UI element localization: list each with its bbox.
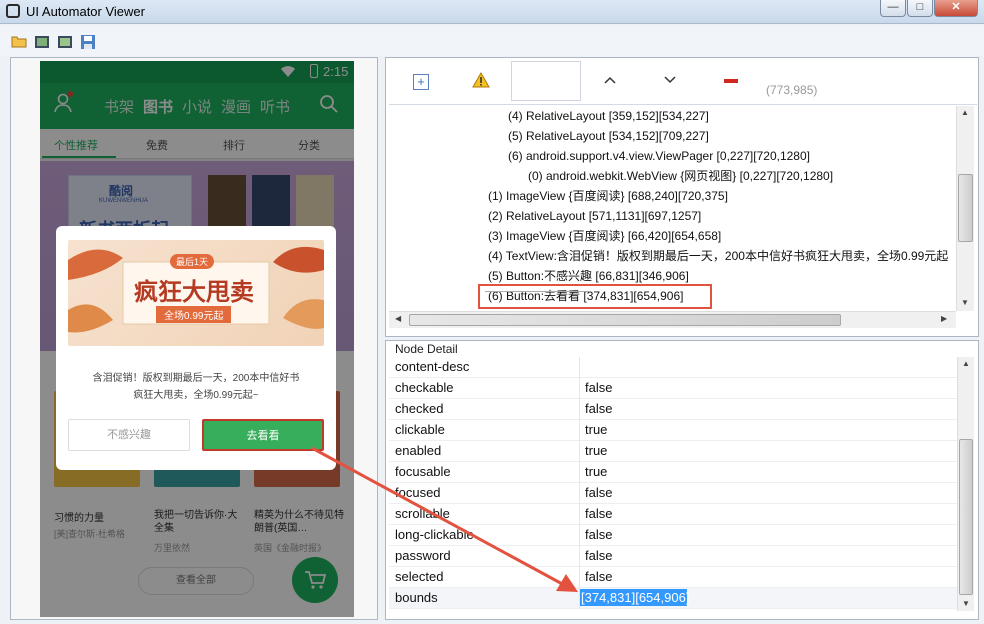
tree-node[interactable]: (5) RelativeLayout [534,152][709,227] <box>508 126 709 146</box>
previous-match-icon[interactable] <box>602 72 618 91</box>
detail-key: checked <box>395 401 444 416</box>
detail-value: false <box>585 548 613 563</box>
detail-value: true <box>585 464 608 479</box>
detail-value: false <box>585 569 613 584</box>
dialog-banner-image: 最后1天 疯狂大甩卖 全场0.99元起 <box>68 240 324 346</box>
column-separator <box>579 378 580 399</box>
detail-key: long-clickable <box>395 527 474 542</box>
dialog-message: 含泪促销！版权到期最后一天，200本中信好书疯狂大甩卖，全场0.99元起~ <box>92 373 300 401</box>
maximize-button[interactable]: □ <box>907 0 933 17</box>
detail-value: true <box>585 443 608 458</box>
warning-icon[interactable] <box>472 71 490 91</box>
tree-node[interactable]: (4) RelativeLayout [359,152][534,227] <box>508 106 709 126</box>
column-separator <box>579 504 580 525</box>
detail-row[interactable]: selected false <box>389 567 957 588</box>
tree-node[interactable]: (4) TextView:含泪促销！版权到期最后一天，200本中信好书疯狂大甩卖… <box>488 246 948 266</box>
detail-row[interactable]: checkable false <box>389 378 957 399</box>
device-screenshot-icon[interactable] <box>34 34 50 50</box>
not-interested-button[interactable]: 不感兴趣 <box>68 419 190 451</box>
window-title: UI Automator Viewer <box>26 4 145 19</box>
detail-value: false <box>585 485 613 500</box>
detail-value: false <box>585 401 613 416</box>
detail-row[interactable]: enabled true <box>389 441 957 462</box>
go-see-button[interactable]: 去看看 <box>202 419 324 451</box>
detail-row[interactable]: checked false <box>389 399 957 420</box>
detail-key: selected <box>395 569 444 584</box>
pointer-coordinates: (773,985) <box>766 83 818 97</box>
detail-key: password <box>395 548 451 563</box>
tree-node[interactable]: (0) android.webkit.WebView {网页视图} [0,227… <box>528 166 833 186</box>
detail-key: content-desc <box>395 359 470 374</box>
phone-screen[interactable]: 2:15 书架 图书 小说 漫画 听书 个性推荐 免费 排行 分类 酷阅 KUW… <box>40 61 354 617</box>
detail-key: checkable <box>395 380 454 395</box>
detail-value: false <box>585 506 613 521</box>
column-separator <box>579 525 580 546</box>
tree-node[interactable]: (3) ImageView {百度阅读} [66,420][654,658] <box>488 226 721 246</box>
dialog-ribbon: 最后1天 <box>170 254 215 269</box>
column-separator <box>579 399 580 420</box>
scroll-thumb[interactable] <box>409 314 841 326</box>
detail-row[interactable]: password false <box>389 546 957 567</box>
divider <box>389 104 977 105</box>
column-separator <box>579 357 580 378</box>
detail-value: false <box>585 527 613 542</box>
tree-node[interactable]: (5) Button:不感兴趣 [66,831][346,906] <box>488 266 689 286</box>
scroll-thumb[interactable] <box>959 439 973 595</box>
node-detail-header: Node Detail <box>395 342 458 356</box>
detail-row[interactable]: focusable true <box>389 462 957 483</box>
detail-row[interactable]: clickable true <box>389 420 957 441</box>
scroll-up-icon[interactable]: ▲ <box>962 359 970 368</box>
detail-value: false <box>585 380 613 395</box>
next-match-icon[interactable] <box>662 72 678 91</box>
detail-key: bounds <box>395 590 438 605</box>
app-icon <box>6 4 20 18</box>
minimize-button[interactable]: — <box>880 0 906 17</box>
column-separator <box>579 462 580 483</box>
detail-row[interactable]: content-desc <box>389 357 957 378</box>
device-screenshot-compressed-icon[interactable] <box>57 34 73 50</box>
search-node-field[interactable] <box>511 61 581 101</box>
scroll-left-icon[interactable]: ◀ <box>395 314 401 323</box>
detail-key: focused <box>395 485 441 500</box>
node-detail-table: content-desc checkable false checked false cl… <box>389 357 957 609</box>
title-bar <box>0 0 984 24</box>
detail-key: enabled <box>395 443 442 458</box>
clear-search-icon[interactable] <box>724 79 738 83</box>
column-separator <box>579 420 580 441</box>
tree-horizontal-scrollbar[interactable]: ◀ ▶ <box>389 311 956 328</box>
dialog-price-tag: 全场0.99元起 <box>156 306 232 323</box>
column-separator <box>579 483 580 504</box>
detail-row[interactable]: scrollable false <box>389 504 957 525</box>
save-icon[interactable] <box>80 34 96 50</box>
detail-key: focusable <box>395 464 451 479</box>
tree-vertical-scrollbar[interactable]: ▲ ▼ <box>956 106 974 311</box>
detail-key: clickable <box>395 422 445 437</box>
bounds-value-selected[interactable]: [374,831][654,906] <box>581 589 689 606</box>
detail-row[interactable]: focused false <box>389 483 957 504</box>
scroll-thumb[interactable] <box>958 174 973 242</box>
scroll-down-icon[interactable]: ▼ <box>962 599 970 608</box>
expand-all-icon[interactable]: + <box>413 74 429 90</box>
close-button[interactable]: ✕ <box>934 0 978 17</box>
detail-vertical-scrollbar[interactable]: ▲ ▼ <box>957 357 974 611</box>
open-folder-icon[interactable] <box>11 34 27 50</box>
main-toolbar <box>0 26 984 56</box>
selected-node-highlight <box>478 284 712 309</box>
column-separator <box>579 567 580 588</box>
column-separator <box>579 546 580 567</box>
promo-dialog: 最后1天 疯狂大甩卖 全场0.99元起 含泪促销！版权到期最后一天，200本中信… <box>56 226 336 470</box>
dialog-headline: 疯狂大甩卖 <box>134 279 254 306</box>
hierarchy-tree[interactable]: (4) RelativeLayout [359,152][534,227] (5)… <box>388 106 956 311</box>
tree-node[interactable]: (1) ImageView {百度阅读} [688,240][720,375] <box>488 186 728 206</box>
detail-row[interactable]: long-clickable false <box>389 525 957 546</box>
detail-value: true <box>585 422 608 437</box>
scroll-down-icon[interactable]: ▼ <box>961 298 969 307</box>
scroll-right-icon[interactable]: ▶ <box>941 314 947 323</box>
tree-node[interactable]: (6) android.support.v4.view.ViewPager [0… <box>508 146 810 166</box>
tree-node[interactable]: (2) RelativeLayout [571,1131][697,1257] <box>488 206 701 226</box>
detail-key: scrollable <box>395 506 450 521</box>
column-separator <box>579 441 580 462</box>
scroll-up-icon[interactable]: ▲ <box>961 108 969 117</box>
